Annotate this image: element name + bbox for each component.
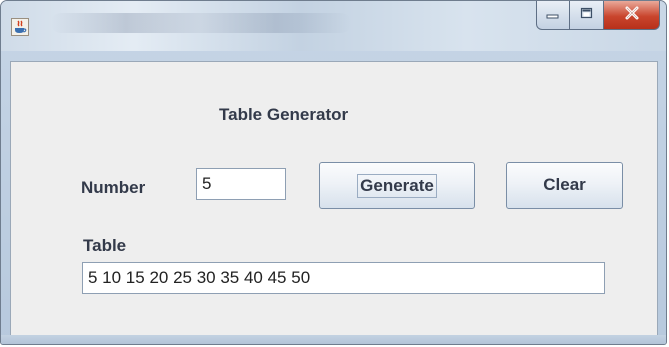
table-label: Table [83,236,127,255]
caption-buttons [536,1,660,31]
window-title [51,13,351,33]
page-title: Table Generator [219,105,349,124]
close-icon [624,6,640,25]
maximize-button[interactable] [570,1,604,30]
number-label: Number [81,178,146,197]
window-bottom-border [1,335,666,344]
number-input[interactable]: 5 [196,168,286,200]
title-bar[interactable] [1,1,666,51]
clear-button[interactable]: Clear [506,162,623,209]
generate-button[interactable]: Generate [319,162,475,209]
close-button[interactable] [604,1,660,30]
minimize-button[interactable] [536,1,570,30]
minimize-icon [546,6,560,24]
table-output-field[interactable]: 5 10 15 20 25 30 35 40 45 50 [82,262,605,294]
maximize-icon [580,6,594,24]
app-window: Table Generator Number 5 Generate Clear … [0,0,667,345]
content-panel: Table Generator Number 5 Generate Clear … [10,61,658,337]
generate-button-label: Generate [357,174,437,198]
java-cup-icon[interactable] [11,18,29,36]
